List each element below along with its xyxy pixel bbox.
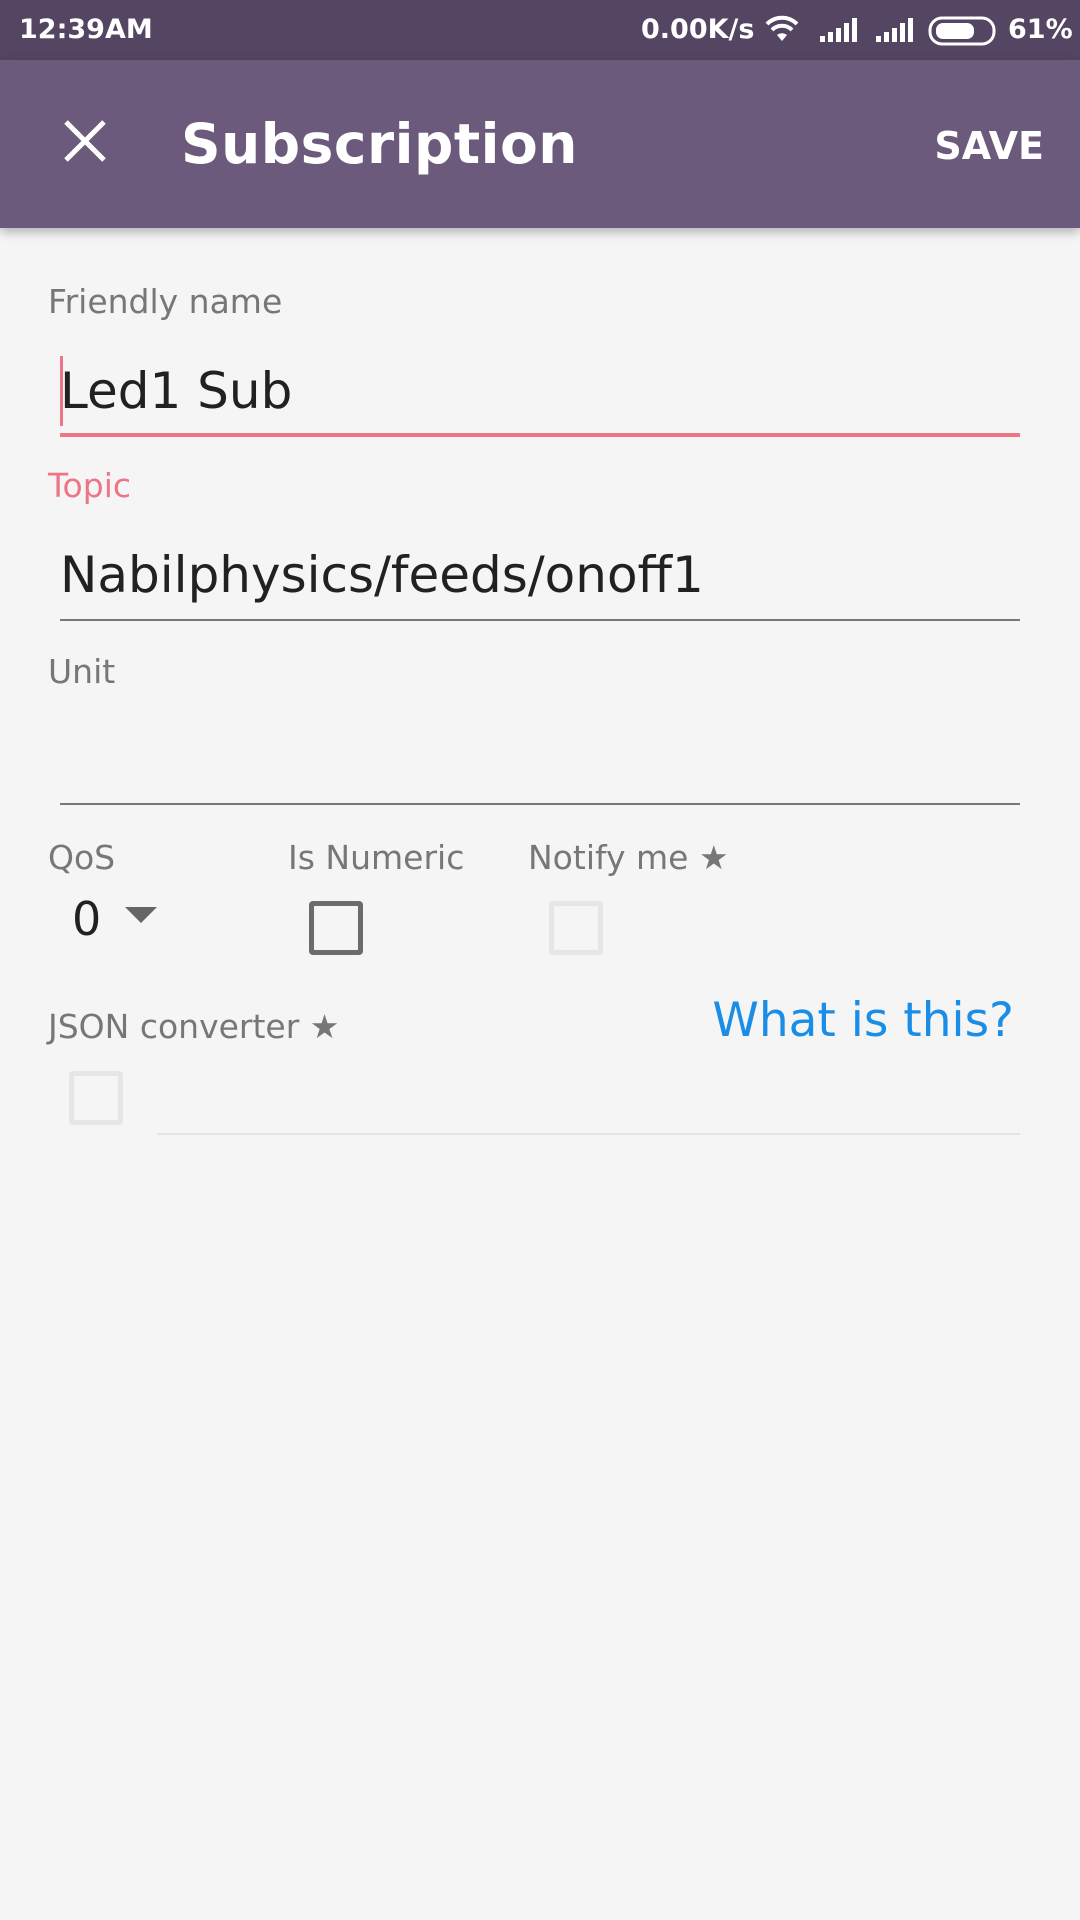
is-numeric-checkbox[interactable] [309, 901, 363, 955]
close-button[interactable] [44, 100, 126, 182]
status-bar: 12:39AM 0.00K/s 61% [0, 0, 1080, 60]
notify-me-checkbox[interactable] [549, 901, 603, 955]
unit-input[interactable] [60, 730, 1020, 800]
unit-label: Unit [48, 652, 116, 691]
topic-underline [60, 619, 1020, 621]
page-title: Subscription [181, 112, 578, 176]
friendly-name-underline [60, 433, 1020, 437]
topic-input[interactable]: Nabilphysics/feeds/onoff1 [60, 546, 704, 604]
chevron-down-icon [125, 907, 157, 923]
status-net-speed: 0.00K/s [641, 14, 755, 45]
json-converter-label: JSON converter ★ [48, 1007, 340, 1046]
app-bar: Subscription SAVE [0, 60, 1080, 228]
battery-percent: 61% [1008, 14, 1073, 45]
save-button[interactable]: SAVE [934, 124, 1044, 168]
unit-underline [60, 803, 1020, 805]
json-converter-checkbox[interactable] [69, 1071, 123, 1125]
friendly-name-input[interactable]: Led1 Sub [60, 362, 292, 420]
notify-me-label: Notify me ★ [528, 838, 729, 877]
close-icon [64, 120, 106, 162]
status-time: 12:39AM [19, 14, 153, 45]
signal-icon [820, 18, 858, 49]
friendly-name-label: Friendly name [48, 282, 283, 321]
signal-icon [876, 18, 914, 49]
qos-value: 0 [72, 892, 102, 946]
battery-icon [928, 16, 1000, 53]
is-numeric-label: Is Numeric [288, 838, 465, 877]
what-is-this-link[interactable]: What is this? [712, 993, 1014, 1048]
wifi-icon [765, 15, 799, 50]
topic-label: Topic [48, 466, 131, 505]
qos-label: QoS [48, 838, 116, 877]
json-converter-underline [157, 1133, 1020, 1135]
